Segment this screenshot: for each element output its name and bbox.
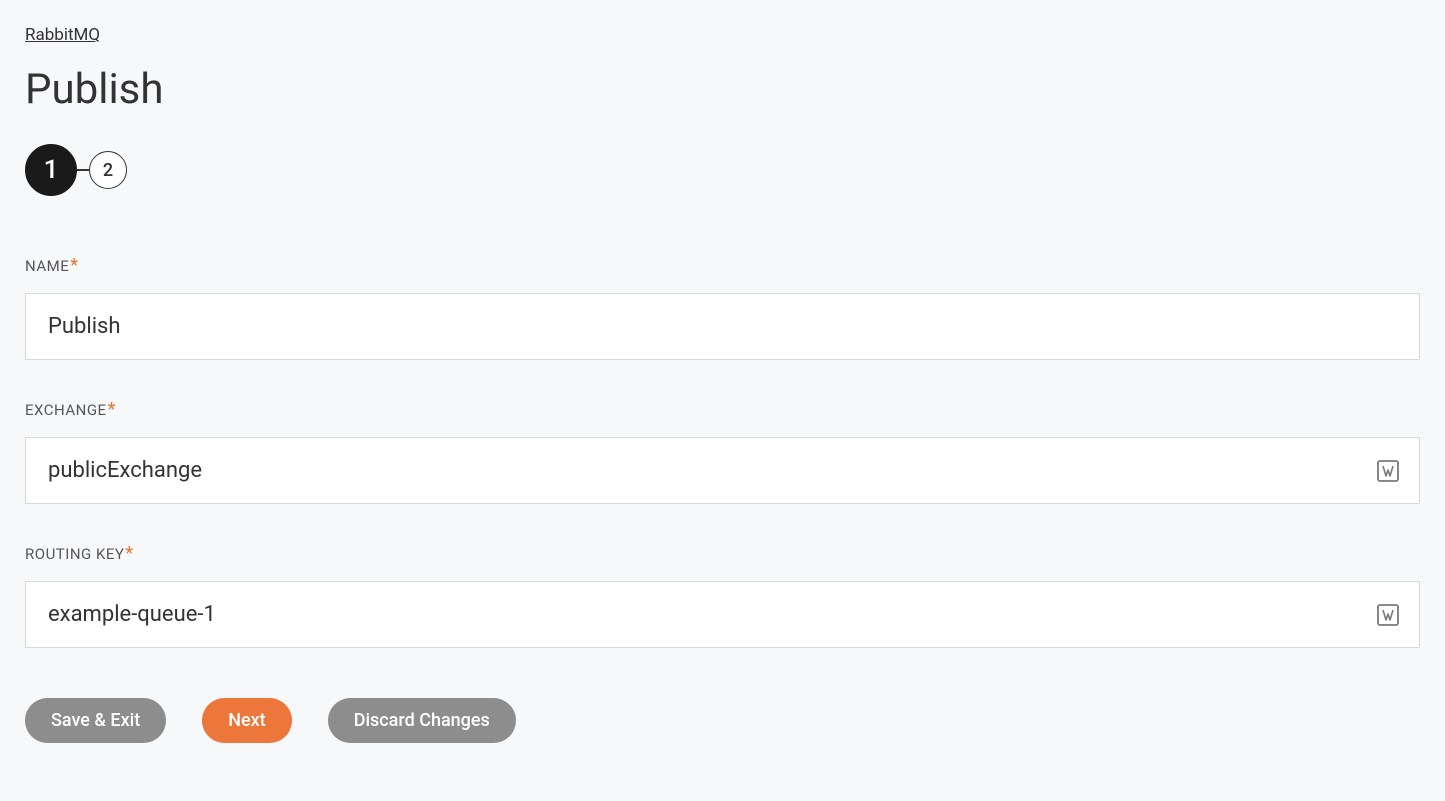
name-label: NAME* xyxy=(25,257,79,275)
variable-icon[interactable] xyxy=(1376,459,1400,483)
exchange-input[interactable] xyxy=(25,437,1420,504)
step-1[interactable]: 1 xyxy=(25,144,77,196)
form-group-exchange: EXCHANGE* xyxy=(25,400,1420,504)
required-mark: * xyxy=(70,255,78,276)
form-group-routing-key: ROUTING KEY* xyxy=(25,544,1420,648)
step-connector xyxy=(77,169,89,171)
required-mark: * xyxy=(125,543,133,564)
step-2[interactable]: 2 xyxy=(89,151,127,189)
stepper: 1 2 xyxy=(25,144,1420,196)
next-button[interactable]: Next xyxy=(202,698,291,743)
routing-key-label-text: ROUTING KEY xyxy=(25,545,124,563)
save-exit-button[interactable]: Save & Exit xyxy=(25,698,166,743)
exchange-label-text: EXCHANGE xyxy=(25,401,107,419)
page-title: Publish xyxy=(25,65,1420,114)
exchange-label: EXCHANGE* xyxy=(25,401,116,419)
routing-key-label: ROUTING KEY* xyxy=(25,545,134,563)
routing-key-input[interactable] xyxy=(25,581,1420,648)
name-label-text: NAME xyxy=(25,257,69,275)
discard-button[interactable]: Discard Changes xyxy=(328,698,516,743)
breadcrumb-link[interactable]: RabbitMQ xyxy=(25,25,100,45)
form-group-name: NAME* xyxy=(25,256,1420,360)
required-mark: * xyxy=(108,399,116,420)
variable-icon[interactable] xyxy=(1376,603,1400,627)
name-input[interactable] xyxy=(25,293,1420,360)
button-row: Save & Exit Next Discard Changes xyxy=(25,698,1420,743)
